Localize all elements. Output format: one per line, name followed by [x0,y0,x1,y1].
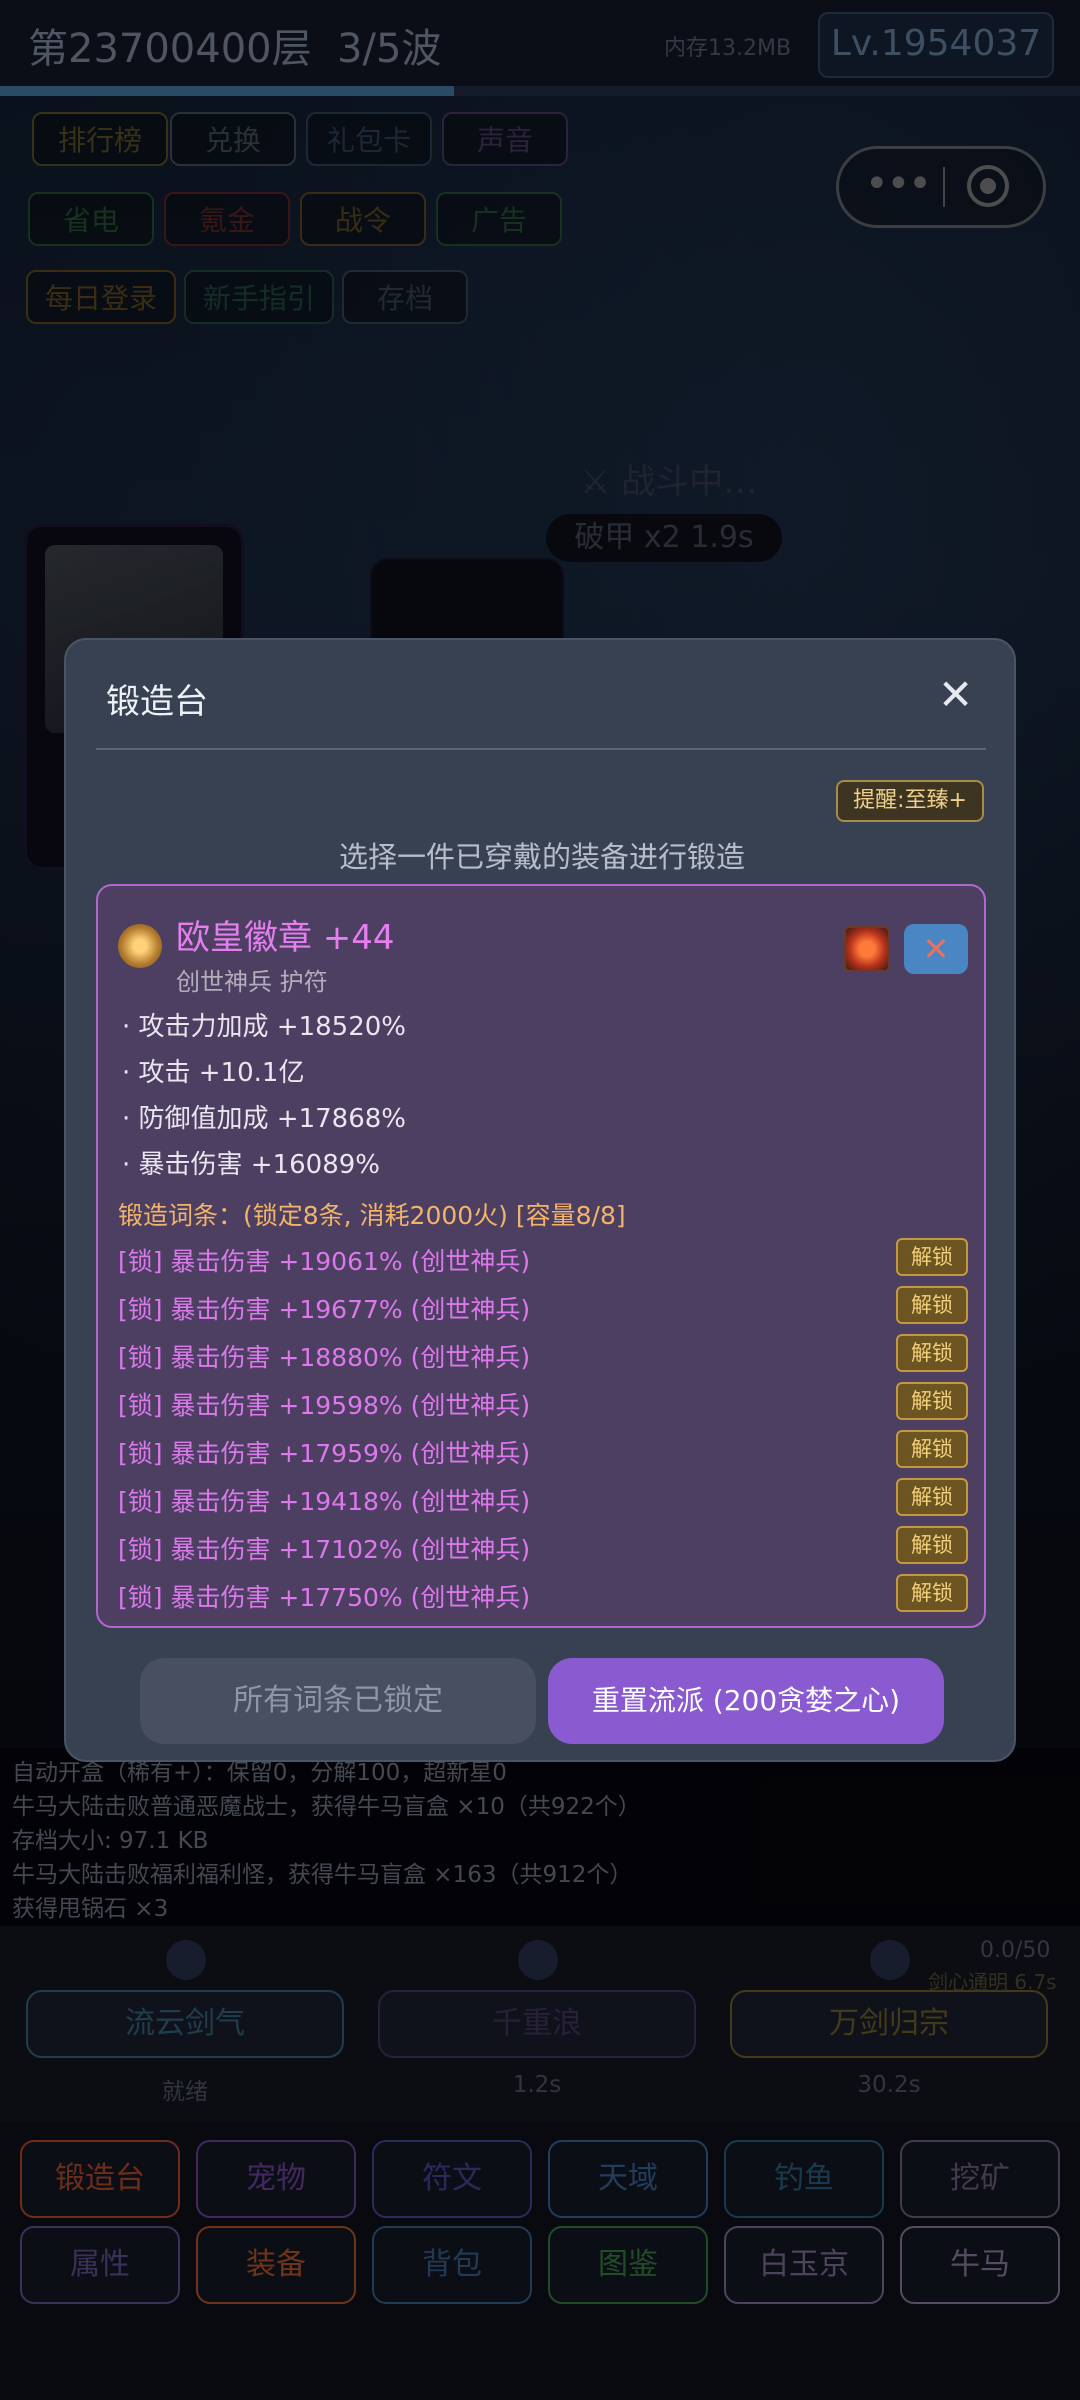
modal-divider [96,748,986,750]
hint-chip[interactable]: 提醒:至臻+ [836,780,984,822]
unequip-button[interactable]: ✕ [904,924,968,974]
forge-affix-line: [锁] 暴击伤害 +17750% (创世神兵) [118,1583,531,1612]
item-name: 欧皇徽章 +44 [176,918,395,958]
forge-affix-header: 锻造词条：(锁定8条, 消耗2000火) [容量8/8] [118,1201,626,1230]
forge-affix-line: [锁] 暴击伤害 +18880% (创世神兵) [118,1343,531,1372]
equipment-panel: 欧皇徽章 +44 创世神兵 护符 ✕ 锻造词条：(锁定8条, 消耗2000火) … [96,884,986,1628]
all-locked-button: 所有词条已锁定 [140,1658,536,1744]
item-stat-line: · 防御值加成 +17868% [122,1104,406,1134]
forge-affix-line: [锁] 暴击伤害 +19061% (创世神兵) [118,1247,531,1276]
forge-affix-line: [锁] 暴击伤害 +19418% (创世神兵) [118,1487,531,1516]
item-subtitle: 创世神兵 护符 [176,968,328,996]
item-stat-line: · 攻击力加成 +18520% [122,1012,406,1042]
unlock-affix-button[interactable]: 解锁 [896,1286,968,1324]
forge-affix-line: [锁] 暴击伤害 +19598% (创世神兵) [118,1391,531,1420]
unlock-affix-button[interactable]: 解锁 [896,1238,968,1276]
item-stat-line: · 暴击伤害 +16089% [122,1150,380,1180]
forge-affix-line: [锁] 暴击伤害 +17102% (创世神兵) [118,1535,531,1564]
reset-school-button[interactable]: 重置流派 (200贪婪之心) [548,1658,944,1744]
item-stat-line: · 攻击 +10.1亿 [122,1058,305,1088]
unlock-affix-button[interactable]: 解锁 [896,1478,968,1516]
forge-affix-line: [锁] 暴击伤害 +19677% (创世神兵) [118,1295,531,1324]
forge-affix-line: [锁] 暴击伤害 +17959% (创世神兵) [118,1439,531,1468]
unlock-affix-button[interactable]: 解锁 [896,1382,968,1420]
close-icon[interactable]: ✕ [938,670,973,719]
badge-icon [118,924,162,968]
fire-gem-icon[interactable] [844,926,890,972]
unlock-affix-button[interactable]: 解锁 [896,1574,968,1612]
modal-title: 锻造台 [106,682,208,722]
forge-modal: 锻造台 ✕ 提醒:至臻+ 选择一件已穿戴的装备进行锻造 欧皇徽章 +44 创世神… [64,638,1016,1762]
unlock-affix-button[interactable]: 解锁 [896,1526,968,1564]
forge-instruction: 选择一件已穿戴的装备进行锻造 [338,840,745,874]
unlock-affix-button[interactable]: 解锁 [896,1430,968,1468]
unlock-affix-button[interactable]: 解锁 [896,1334,968,1372]
